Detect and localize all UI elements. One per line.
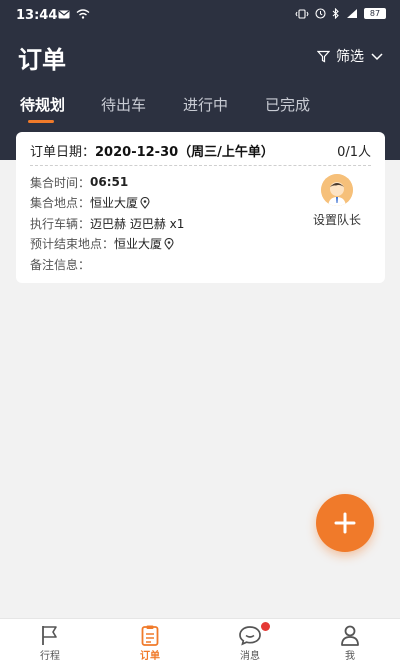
plus-icon [334,512,356,534]
add-order-button[interactable] [316,494,374,552]
status-right-icons: 87 [295,8,386,19]
order-card[interactable]: 订单日期：2020-12-30（周三/上午单） 0/1人 集合时间： 06:51… [16,132,385,283]
nav-item-orders[interactable]: 订单 [120,623,180,660]
order-card-header: 订单日期：2020-12-30（周三/上午单） 0/1人 [16,132,385,166]
detail-value: 迈巴赫 迈巴赫 x1 [90,216,185,231]
detail-value: 恒业大厦 [114,237,163,252]
detail-row-meeting-place: 集合地点： 恒业大厦 [30,193,184,214]
tab-pending-plan[interactable]: 待规划 [20,94,65,115]
nav-label: 订单 [140,651,160,660]
detail-label: 执行车辆： [30,216,91,231]
filter-label: 筛选 [336,49,364,65]
mail-icon [58,10,70,18]
bluetooth-icon [332,8,339,19]
tab-completed[interactable]: 已完成 [265,94,310,115]
detail-label: 预计结束地点： [30,237,115,252]
status-left-icons [58,9,90,19]
wifi-icon [76,9,90,19]
filter-icon [317,50,330,62]
status-time: 13:44 [16,8,58,23]
nav-label: 消息 [240,651,260,660]
filter-button[interactable]: 筛选 [317,46,384,66]
detail-value: 恒业大厦 [90,196,139,211]
nav-item-me[interactable]: 我 [320,623,380,660]
flag-icon [20,623,80,647]
set-captain-label: 设置队长 [312,213,361,227]
active-tab-indicator [28,120,54,123]
bottom-navigation: 行程 订单 消息 我 [0,618,400,660]
order-date-label: 订单日期： [30,145,96,160]
detail-row-time: 集合时间： 06:51 [30,172,184,193]
detail-label: 集合地点： [30,196,91,211]
nav-item-trips[interactable]: 行程 [20,623,80,660]
dashed-divider [30,165,371,166]
nav-label: 行程 [40,651,60,660]
detail-row-remarks: 备注信息： [30,254,184,275]
order-date: 订单日期：2020-12-30（周三/上午单） [30,141,274,160]
tab-pending-departure[interactable]: 待出车 [101,94,146,115]
unread-badge-dot [261,622,270,631]
person-icon [320,623,380,647]
detail-label: 备注信息： [30,257,91,272]
tab-in-progress[interactable]: 进行中 [183,94,228,115]
order-tabs: 待规划 待出车 进行中 已完成 [0,94,400,124]
location-pin-icon[interactable] [140,196,150,209]
detail-value: 06:51 [90,175,129,190]
passenger-count: 0/1人 [337,145,371,160]
nav-label: 我 [345,651,355,660]
alarm-icon [315,8,326,19]
chevron-down-icon [371,52,383,60]
location-pin-icon[interactable] [164,237,174,250]
detail-row-vehicle: 执行车辆： 迈巴赫 迈巴赫 x1 [30,213,184,234]
chat-icon [220,622,280,647]
detail-row-end-place: 预计结束地点： 恒业大厦 [30,234,184,255]
clipboard-icon [120,623,180,647]
signal-icon [347,9,357,18]
status-bar: 13:44 87 [0,0,400,30]
order-date-value: 2020-12-30（周三/上午单） [95,145,274,160]
set-captain-button[interactable]: 设置队长 [307,174,367,228]
page-title: 订单 [18,46,66,74]
nav-item-messages[interactable]: 消息 [220,622,280,660]
vibrate-icon [295,8,309,19]
captain-avatar-icon [321,174,353,206]
order-details: 集合时间： 06:51 集合地点： 恒业大厦 执行车辆： 迈巴赫 迈巴赫 x1 … [30,172,184,275]
battery-icon: 87 [364,8,386,19]
detail-label: 集合时间： [30,175,91,190]
